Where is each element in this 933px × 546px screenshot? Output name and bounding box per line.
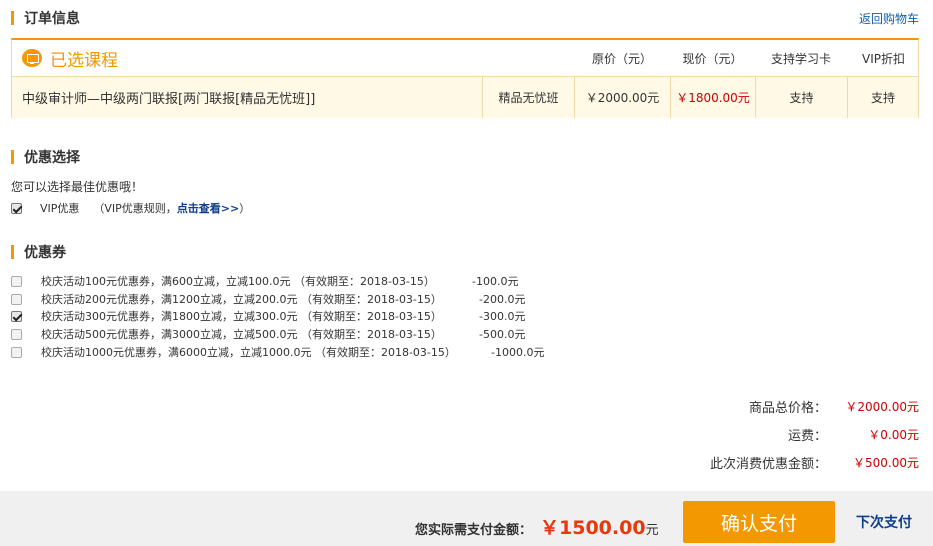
coupon-text: 校庆活动200元优惠券，满1200立减，立减200.0元 （有效期至：2018-… bbox=[41, 293, 442, 306]
section-marker bbox=[11, 11, 14, 25]
back-to-cart-link[interactable]: 返回购物车 bbox=[859, 10, 919, 27]
section-marker bbox=[11, 245, 14, 259]
summary-total: 商品总价格： ￥2000.00元 bbox=[749, 396, 919, 416]
order-page: 订单信息 返回购物车 已选课程 原价（元） 现价（元） 支持学习卡 VIP折扣 … bbox=[0, 0, 933, 546]
coupon-text: 校庆活动300元优惠券，满1800立减，立减300.0元 （有效期至：2018-… bbox=[41, 310, 442, 323]
payment-label-group: 您实际需支付金额： ￥1500.00 元 bbox=[415, 513, 659, 540]
coupon-checkbox[interactable] bbox=[11, 310, 22, 322]
discount-title: 优惠选择 bbox=[24, 150, 80, 166]
table-row: 中级审计师—中级两门联报[两门联报[精品无忧班]] 精品无忧班 ￥2000.00… bbox=[12, 76, 918, 118]
course-name: 中级审计师—中级两门联报[两门联报[精品无忧班]] bbox=[22, 92, 316, 107]
pay-later-link[interactable]: 下次支付 bbox=[856, 512, 912, 532]
total-value: ￥2000.00元 bbox=[845, 399, 919, 414]
discount-header: 优惠选择 bbox=[11, 148, 80, 166]
vip-rule-link[interactable]: 点击查看>> bbox=[177, 202, 239, 215]
discount-hint: 您可以选择最佳优惠哦！ bbox=[11, 180, 144, 194]
list-item[interactable]: 校庆活动200元优惠券，满1200立减，立减200.0元 （有效期至：2018-… bbox=[11, 291, 525, 307]
coupon-amount: -200.0元 bbox=[479, 293, 526, 306]
coupon-checkbox[interactable] bbox=[11, 293, 22, 305]
summary-shipping: 运费： ￥0.00元 bbox=[788, 424, 919, 444]
coupon-checkbox[interactable] bbox=[11, 275, 22, 287]
coupon-title: 优惠券 bbox=[24, 245, 66, 261]
tv-icon bbox=[22, 49, 42, 67]
coupon-checkbox[interactable] bbox=[11, 346, 22, 358]
vip-rule-prefix: （VIP优惠规则， bbox=[93, 202, 177, 215]
list-item[interactable]: 校庆活动300元优惠券，满1800立减，立减300.0元 （有效期至：2018-… bbox=[11, 308, 525, 324]
coupon-amount: -1000.0元 bbox=[491, 346, 545, 359]
coupon-text: 校庆活动500元优惠券，满3000立减，立减500.0元 （有效期至：2018-… bbox=[41, 328, 442, 341]
coupon-amount: -100.0元 bbox=[472, 275, 519, 288]
coupon-text: 校庆活动1000元优惠券，满6000立减，立减1000.0元 （有效期至：201… bbox=[41, 346, 456, 359]
course-label: 已选课程 bbox=[50, 50, 118, 71]
vip-rule: （VIP优惠规则，点击查看>>） bbox=[93, 200, 250, 216]
current-price: ￥1800.00元 bbox=[670, 77, 755, 118]
order-info-header: 订单信息 bbox=[11, 9, 80, 27]
list-item[interactable]: 校庆活动100元优惠券，满600立减，立减100.0元 （有效期至：2018-0… bbox=[11, 273, 518, 289]
coupon-amount: -500.0元 bbox=[479, 328, 526, 341]
shipping-label: 运费： bbox=[787, 428, 827, 444]
coupon-header: 优惠券 bbox=[11, 243, 66, 261]
payment-amount: ￥1500.00 bbox=[540, 517, 646, 539]
vip-option: VIP优惠 （VIP优惠规则，点击查看>>） bbox=[11, 200, 250, 216]
discount-label: 此次消费优惠金额： bbox=[709, 456, 827, 472]
coupon-amount: -300.0元 bbox=[479, 310, 526, 323]
course-section-label: 已选课程 bbox=[12, 46, 574, 71]
course-type: 精品无忧班 bbox=[482, 77, 574, 118]
vip-label: VIP优惠 bbox=[40, 202, 80, 215]
shipping-value: ￥0.00元 bbox=[868, 427, 919, 442]
header-vip-discount: VIP折扣 bbox=[862, 51, 905, 66]
confirm-payment-button[interactable]: 确认支付 bbox=[683, 501, 835, 543]
section-marker bbox=[11, 150, 14, 164]
coupon-text: 校庆活动100元优惠券，满600立减，立减100.0元 （有效期至：2018-0… bbox=[41, 275, 435, 288]
vip-rule-suffix: ） bbox=[239, 202, 251, 215]
selected-course-table: 已选课程 原价（元） 现价（元） 支持学习卡 VIP折扣 中级审计师—中级两门联… bbox=[11, 38, 919, 118]
list-item[interactable]: 校庆活动500元优惠券，满3000立减，立减500.0元 （有效期至：2018-… bbox=[11, 326, 525, 342]
payment-unit: 元 bbox=[645, 523, 659, 538]
coupon-checkbox[interactable] bbox=[11, 328, 22, 340]
vip-checkbox[interactable] bbox=[11, 202, 22, 214]
header-current-price: 现价（元） bbox=[682, 51, 743, 66]
vip-discount-support: 支持 bbox=[847, 77, 918, 118]
course-table-header: 已选课程 原价（元） 现价（元） 支持学习卡 VIP折扣 bbox=[12, 40, 918, 76]
study-card-support: 支持 bbox=[755, 77, 847, 118]
original-price: ￥2000.00元 bbox=[574, 77, 670, 118]
total-label: 商品总价格： bbox=[748, 400, 827, 416]
order-info-title: 订单信息 bbox=[24, 11, 80, 27]
summary-discount: 此次消费优惠金额： ￥500.00元 bbox=[710, 452, 919, 472]
payment-bar: 您实际需支付金额： ￥1500.00 元 确认支付 下次支付 bbox=[0, 491, 933, 546]
header-study-card: 支持学习卡 bbox=[770, 51, 831, 66]
header-original-price: 原价（元） bbox=[591, 51, 652, 66]
payment-label: 您实际需支付金额： bbox=[415, 523, 533, 538]
discount-value: ￥500.00元 bbox=[853, 455, 919, 470]
list-item[interactable]: 校庆活动1000元优惠券，满6000立减，立减1000.0元 （有效期至：201… bbox=[11, 344, 544, 360]
